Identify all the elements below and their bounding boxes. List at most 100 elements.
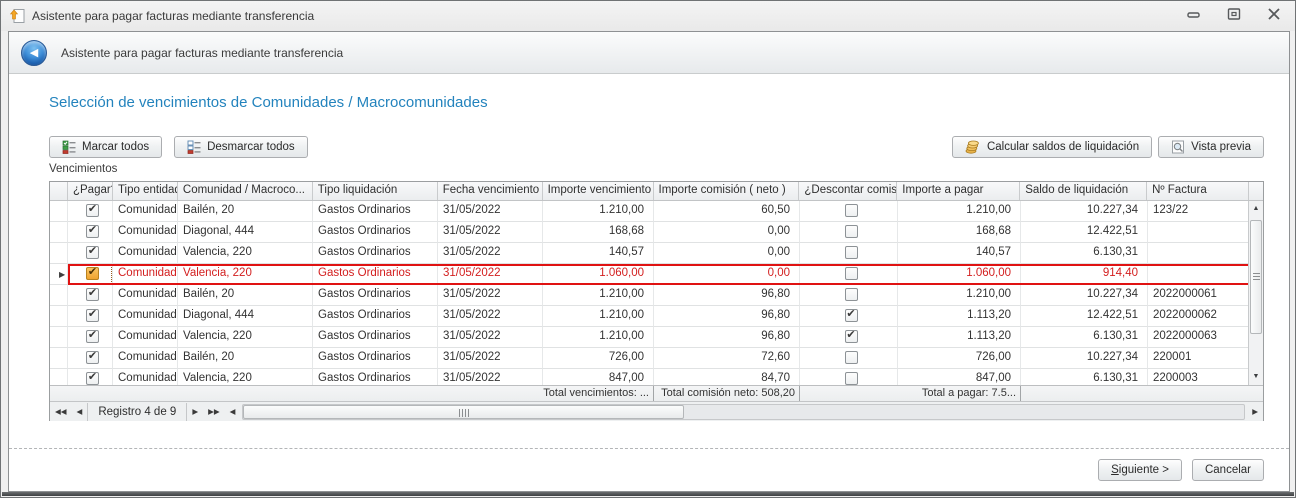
next-button[interactable]: Siguiente > [1098,459,1182,481]
column-header-selector[interactable] [50,182,68,200]
horizontal-scrollbar[interactable] [242,404,1245,420]
pagar-checkbox[interactable] [86,372,99,385]
tipo-liquidacion-cell: Gastos Ordinarios [313,327,438,348]
wizard-window: Asistente para pagar facturas mediante t… [0,0,1296,498]
pagar-checkbox[interactable] [86,351,99,364]
table-row[interactable]: ComunidadDiagonal, 444Gastos Ordinarios3… [50,306,1250,327]
preview-label: Vista previa [1191,141,1251,153]
numero-factura-cell [1148,264,1250,285]
saldo-liquidacion-cell: 6.130,31 [1021,243,1148,264]
column-header-comunidad[interactable]: Comunidad / Macroco... [178,182,313,200]
descontar-checkbox[interactable] [845,330,858,343]
vertical-scrollbar[interactable]: ▲ ▼ [1248,201,1263,385]
descontar-checkbox[interactable] [845,288,858,301]
back-button[interactable]: ◀ [21,40,47,66]
calculate-balances-button[interactable]: Calcular saldos de liquidación [952,136,1152,158]
pagar-cell [68,369,113,385]
descontar-checkbox[interactable] [845,372,858,385]
record-prev-button[interactable]: ◀ [72,403,88,421]
pagar-checkbox[interactable] [86,225,99,238]
column-header-saldo[interactable]: Saldo de liquidación [1020,182,1147,200]
table-row[interactable]: ComunidadValencia, 220Gastos Ordinarios3… [50,243,1250,264]
numero-factura-cell [1148,243,1250,264]
tipo-entidad-cell: Comunidad [113,348,178,369]
table-row[interactable]: ComunidadValencia, 220Gastos Ordinarios3… [50,369,1250,385]
checklist-unchecked-icon [187,140,201,154]
grid-body: ComunidadBailén, 20Gastos Ordinarios31/0… [50,201,1263,385]
tipo-entidad-cell: Comunidad [113,285,178,306]
comunidad-cell: Diagonal, 444 [178,222,313,243]
pagar-checkbox[interactable] [86,309,99,322]
fecha-vencimiento-cell: 31/05/2022 [438,327,543,348]
pagar-checkbox[interactable] [86,288,99,301]
pagar-checkbox[interactable] [86,246,99,259]
column-header-a_pagar[interactable]: Importe a pagar [897,182,1020,200]
column-header-pagar[interactable]: ¿Pagar? [68,182,113,200]
table-row[interactable]: ComunidadBailén, 20Gastos Ordinarios31/0… [50,201,1250,222]
descontar-checkbox[interactable] [845,204,858,217]
descontar-comision-cell [800,369,898,385]
record-last-button[interactable]: ▶▶ [203,403,225,421]
descontar-checkbox[interactable] [845,225,858,238]
descontar-checkbox[interactable] [845,267,858,280]
column-header-factura[interactable]: Nº Factura [1147,182,1249,200]
saldo-liquidacion-cell: 12.422,51 [1021,222,1148,243]
pagar-checkbox[interactable] [86,204,99,217]
importe-comision-cell: 96,80 [654,327,800,348]
pagar-checkbox[interactable] [86,330,99,343]
column-header-fecha[interactable]: Fecha vencimiento [438,182,543,200]
maximize-button[interactable] [1227,7,1241,21]
record-next-button[interactable]: ▶ [187,403,203,421]
pagar-cell [68,264,113,285]
pagar-checkbox[interactable] [86,267,99,280]
row-selector-cell: ▶ [50,264,68,285]
tipo-liquidacion-cell: Gastos Ordinarios [313,264,438,285]
preview-button[interactable]: Vista previa [1158,136,1264,158]
mark-all-button[interactable]: Marcar todos [49,136,162,158]
vertical-scroll-thumb[interactable] [1250,220,1262,334]
column-header-liquidacion[interactable]: Tipo liquidación [313,182,438,200]
importe-comision-cell: 96,80 [654,306,800,327]
column-header-importe[interactable]: Importe vencimiento [543,182,654,200]
saldo-liquidacion-cell: 6.130,31 [1021,369,1148,385]
tipo-entidad-cell: Comunidad [113,222,178,243]
horizontal-scroll-thumb[interactable] [243,405,683,419]
table-row[interactable]: ComunidadBailén, 20Gastos Ordinarios31/0… [50,348,1250,369]
minimize-button[interactable] [1187,7,1201,21]
descontar-checkbox[interactable] [845,246,858,259]
hscroll-left-icon[interactable]: ◀ [225,403,241,421]
table-row[interactable]: ▶ComunidadValencia, 220Gastos Ordinarios… [50,264,1250,285]
table-row[interactable]: ComunidadBailén, 20Gastos Ordinarios31/0… [50,285,1250,306]
descontar-checkbox[interactable] [845,351,858,364]
numero-factura-cell: 2200003 [1148,369,1250,385]
column-header-comision[interactable]: Importe comisión ( neto ) [654,182,800,200]
scroll-up-icon[interactable]: ▲ [1249,201,1263,217]
close-icon [1267,7,1281,21]
record-first-button[interactable]: ◀◀ [50,403,72,421]
total-a-pagar: Total a pagar: 7.5... [898,386,1021,401]
descontar-checkbox[interactable] [845,309,858,322]
saldo-liquidacion-cell: 12.422,51 [1021,306,1148,327]
table-row[interactable]: ComunidadDiagonal, 444Gastos Ordinarios3… [50,222,1250,243]
column-header-descontar[interactable]: ¿Descontar comisión? [799,182,897,200]
importe-comision-cell: 0,00 [654,222,800,243]
total-comision: Total comisión neto: 508,20 [654,386,800,401]
column-header-tipo[interactable]: Tipo entidad [113,182,178,200]
unmark-all-button[interactable]: Desmarcar todos [174,136,308,158]
actions-toolbar: Calcular saldos de liquidación Vista pre… [952,136,1264,158]
scroll-down-icon[interactable]: ▼ [1249,369,1263,385]
tipo-liquidacion-cell: Gastos Ordinarios [313,243,438,264]
row-selector-cell [50,327,68,348]
comunidad-cell: Valencia, 220 [178,327,313,348]
close-button[interactable] [1267,7,1281,21]
saldo-liquidacion-cell: 914,40 [1021,264,1148,285]
table-row[interactable]: ComunidadValencia, 220Gastos Ordinarios3… [50,327,1250,348]
cancel-button[interactable]: Cancelar [1192,459,1264,481]
hscroll-right-icon[interactable]: ▶ [1247,403,1263,421]
window-bottom-edge [2,492,1294,496]
descontar-comision-cell [800,243,898,264]
saldo-liquidacion-cell: 10.227,34 [1021,348,1148,369]
wizard-panel: ◀ Asistente para pagar facturas mediante… [8,31,1290,492]
numero-factura-cell: 2022000063 [1148,327,1250,348]
back-arrow-icon: ◀ [30,47,38,59]
